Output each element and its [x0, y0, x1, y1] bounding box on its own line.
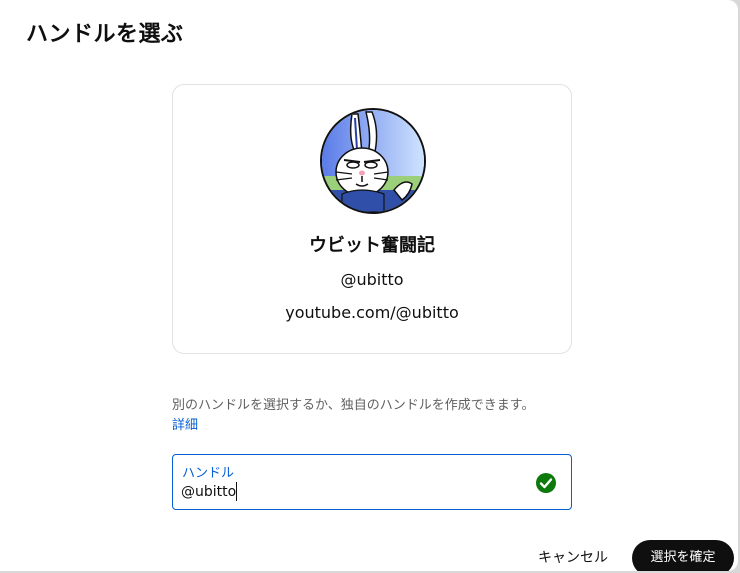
channel-preview-card: ウビット奮闘記 @ubitto youtube.com/@ubitto [172, 84, 572, 354]
channel-handle: @ubitto [340, 270, 404, 289]
channel-avatar [320, 108, 426, 214]
channel-url: youtube.com/@ubitto [285, 303, 459, 322]
rabbit-avatar-icon [322, 110, 424, 212]
handle-field-label: ハンドル [182, 466, 235, 481]
handle-field[interactable]: ハンドル [172, 454, 572, 510]
check-circle-icon [536, 473, 556, 493]
details-link[interactable]: 詳細 [172, 414, 198, 433]
dialog-title: ハンドルを選ぶ [26, 22, 184, 47]
choose-handle-dialog: ハンドルを選ぶ ウビット奮闘記 @ubitto youtube.com/@ubi… [0, 0, 738, 571]
channel-name: ウビット奮闘記 [309, 235, 435, 256]
handle-input[interactable] [181, 481, 521, 503]
cancel-button[interactable]: キャンセル [526, 540, 620, 571]
confirm-selection-button[interactable]: 選択を確定 [632, 540, 734, 571]
help-text: 別のハンドルを選択するか、独自のハンドルを作成できます。 [172, 398, 535, 413]
text-caret [236, 482, 237, 501]
